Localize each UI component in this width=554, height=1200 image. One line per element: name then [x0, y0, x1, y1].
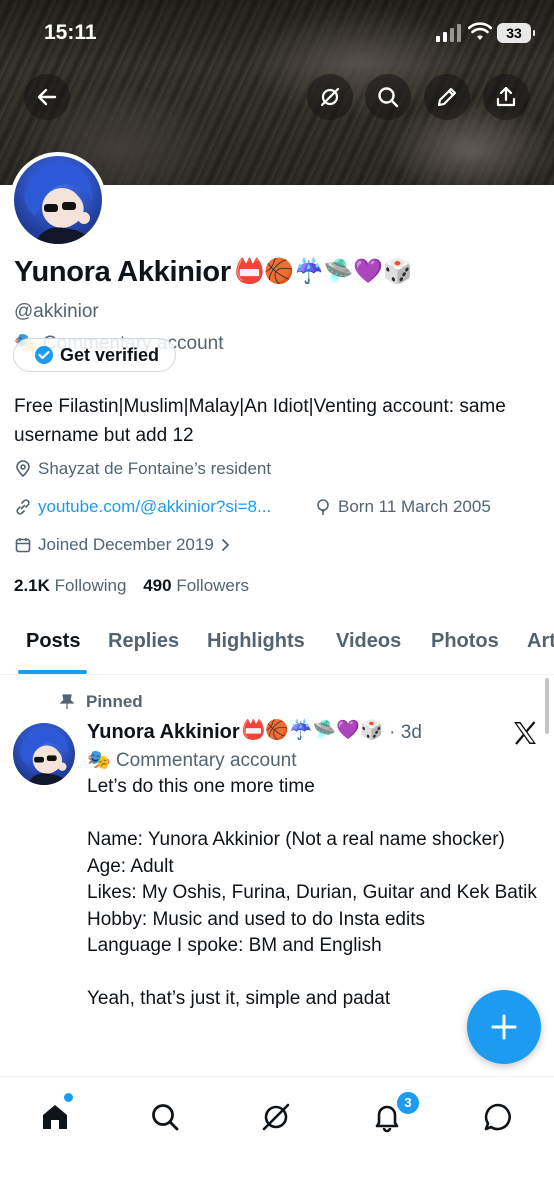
messages-icon	[484, 1103, 511, 1131]
active-tab-indicator	[18, 670, 87, 674]
location-icon	[16, 460, 30, 478]
avatar-image	[14, 156, 102, 244]
nav-search[interactable]	[145, 1097, 185, 1137]
verified-badge-icon	[35, 346, 53, 364]
plus-icon	[491, 1014, 517, 1040]
status-time: 15:11	[44, 21, 97, 44]
post-author-category: 🎭 Commentary account	[87, 750, 297, 771]
follow-counts: 2.1K Following 490 Followers	[14, 576, 249, 596]
pinned-indicator: Pinned	[60, 692, 143, 712]
get-verified-label: Get verified	[60, 344, 160, 365]
following-link[interactable]: 2.1K Following	[14, 576, 126, 595]
profile-bio: Free Filastin|Muslim|Malay|An Idiot|Vent…	[14, 396, 506, 446]
anime-avatar-art	[24, 163, 94, 244]
home-unread-dot	[62, 1091, 75, 1104]
post-author-name[interactable]: Yunora Akkinior	[87, 721, 240, 743]
website-link[interactable]: youtube.com/@akkinior?si=8...	[38, 497, 271, 517]
balloon-icon	[317, 499, 329, 515]
search-icon	[152, 1104, 179, 1131]
back-arrow-icon	[37, 88, 57, 106]
post-author-line: Yunora Akkinior 📛🏀☔️🛸💜🎲 · 3d	[87, 718, 422, 744]
link-icon	[16, 499, 30, 515]
location-text: Shayzat de Fontaine’s resident	[38, 459, 272, 478]
following-count: 2.1K	[14, 576, 50, 595]
wifi-icon	[468, 22, 492, 40]
tab-posts[interactable]: Posts	[26, 630, 80, 653]
joined-text: Joined December 2019	[38, 535, 214, 554]
cellular-signal-icon	[436, 24, 461, 42]
get-verified-button[interactable]: Get verified	[13, 338, 177, 372]
share-icon	[496, 86, 516, 107]
pin-icon	[60, 694, 74, 709]
post-text: Let’s do this one more time Name: Yunora…	[87, 776, 537, 1009]
followers-label: Followers	[176, 576, 250, 595]
chevron-right-icon	[221, 539, 230, 551]
tab-highlights[interactable]: Highlights	[207, 630, 305, 653]
battery-indicator: 33	[497, 23, 535, 43]
grok-icon	[320, 87, 340, 107]
post-author-avatar[interactable]	[13, 723, 75, 785]
notifications-badge: 3	[395, 1090, 421, 1116]
profile-joined[interactable]: Joined December 2019	[14, 535, 232, 555]
profile-tabs: Posts Replies Highlights Videos Photos A…	[0, 620, 554, 675]
search-icon	[378, 87, 399, 108]
profile-display-name: Yunora Akkinior 📛🏀☔️🛸💜🎲	[14, 256, 413, 289]
tab-replies[interactable]: Replies	[108, 630, 179, 653]
back-button[interactable]	[24, 74, 70, 120]
share-button[interactable]	[483, 74, 529, 120]
nav-grok[interactable]	[256, 1097, 296, 1137]
grok-button[interactable]	[307, 74, 353, 120]
profile-website[interactable]: youtube.com/@akkinior?si=8...	[14, 497, 271, 517]
post-timestamp[interactable]: · 3d	[389, 722, 422, 743]
compose-post-button[interactable]	[467, 990, 541, 1064]
profile-birthday: Born 11 March 2005	[314, 497, 491, 517]
tab-videos[interactable]: Videos	[336, 630, 401, 653]
profile-location: Shayzat de Fontaine’s resident	[14, 459, 271, 479]
home-icon	[43, 1105, 67, 1129]
x-logo-icon	[514, 721, 536, 745]
grok-icon	[262, 1103, 290, 1131]
edit-profile-button[interactable]	[424, 74, 470, 120]
profile-handle: @akkinior	[14, 301, 99, 322]
display-name-text: Yunora Akkinior	[14, 256, 231, 288]
profile-avatar[interactable]	[10, 152, 106, 248]
pinned-label: Pinned	[86, 692, 143, 711]
tab-photos[interactable]: Photos	[431, 630, 499, 653]
following-label: Following	[54, 576, 127, 595]
tab-articles[interactable]: Art	[527, 630, 554, 653]
calendar-icon	[15, 538, 31, 553]
followers-link[interactable]: 490 Followers	[143, 576, 249, 595]
status-bar: 15:11 33	[0, 0, 554, 60]
birthday-text: Born 11 March 2005	[338, 497, 491, 516]
edit-icon	[437, 87, 457, 107]
post-author-emojis: 📛🏀☔️🛸💜🎲	[241, 720, 384, 741]
search-profile-button[interactable]	[365, 74, 411, 120]
followers-count: 490	[143, 576, 172, 595]
nav-messages[interactable]	[478, 1097, 518, 1137]
bottom-navigation: 3	[0, 1076, 554, 1200]
name-emojis: 📛🏀☔️🛸💜🎲	[234, 258, 413, 285]
scrollbar[interactable]	[545, 678, 549, 734]
anime-avatar-art	[20, 728, 70, 785]
